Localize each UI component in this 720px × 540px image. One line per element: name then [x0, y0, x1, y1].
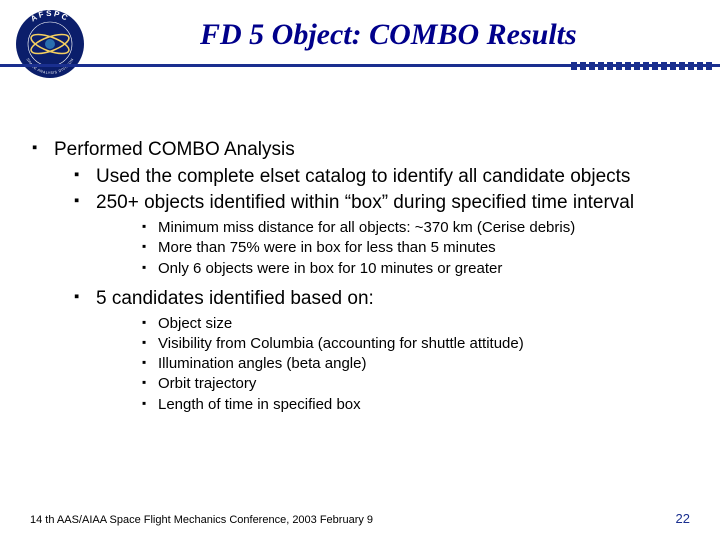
- bullet-text: Minimum miss distance for all objects: ~…: [158, 219, 575, 236]
- bullet-l3: Object size: [140, 314, 690, 334]
- bullet-l3: Only 6 objects were in box for 10 minute…: [140, 259, 690, 279]
- bullet-l3: Visibility from Columbia (accounting for…: [140, 334, 690, 354]
- slide-header: AFSPC SPACE ANALYSIS DIVISION FD 5 Objec…: [0, 0, 720, 88]
- bullet-l3: Illumination angles (beta angle): [140, 354, 690, 374]
- slide-title: FD 5 Object: COMBO Results: [200, 18, 577, 52]
- page-number: 22: [676, 511, 690, 526]
- bullet-text: 250+ objects identified within “box” dur…: [96, 192, 634, 213]
- bullet-text: Length of time in specified box: [158, 396, 361, 413]
- bullet-l3: More than 75% were in box for less than …: [140, 238, 690, 258]
- slide-body: Performed COMBO Analysis Used the comple…: [30, 138, 690, 423]
- footer-text: 14 th AAS/AIAA Space Flight Mechanics Co…: [30, 514, 373, 526]
- bullet-l1: Performed COMBO Analysis Used the comple…: [30, 138, 690, 415]
- bullet-text: Orbit trajectory: [158, 375, 256, 392]
- bullet-text: Illumination angles (beta angle): [158, 355, 366, 372]
- bullet-l2: 250+ objects identified within “box” dur…: [72, 191, 690, 278]
- bullet-text: 5 candidates identified based on:: [96, 288, 374, 309]
- bullet-l3: Minimum miss distance for all objects: ~…: [140, 218, 690, 238]
- header-rule-ticks: [571, 62, 712, 70]
- bullet-l3: Length of time in specified box: [140, 395, 690, 415]
- bullet-l2: 5 candidates identified based on: Object…: [72, 287, 690, 415]
- bullet-text: Object size: [158, 315, 232, 332]
- bullet-text: Visibility from Columbia (accounting for…: [158, 335, 524, 352]
- bullet-text: Used the complete elset catalog to ident…: [96, 166, 630, 187]
- bullet-text: More than 75% were in box for less than …: [158, 239, 496, 256]
- header-rule: [0, 62, 720, 72]
- slide-footer: 14 th AAS/AIAA Space Flight Mechanics Co…: [30, 514, 690, 526]
- bullet-l2: Used the complete elset catalog to ident…: [72, 165, 690, 190]
- bullet-l3: Orbit trajectory: [140, 374, 690, 394]
- bullet-text: Performed COMBO Analysis: [54, 139, 295, 160]
- bullet-text: Only 6 objects were in box for 10 minute…: [158, 260, 502, 277]
